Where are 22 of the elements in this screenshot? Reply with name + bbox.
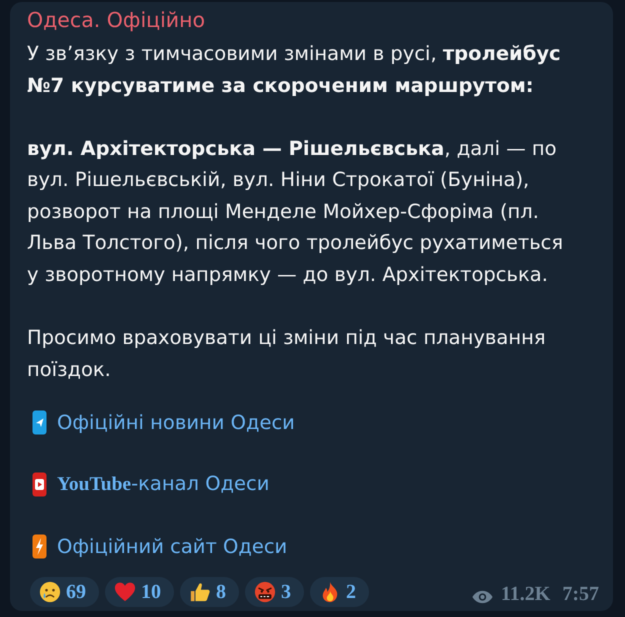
message-paragraph: Просимо враховувати ці зміни під час планування поїздок.	[27, 325, 547, 383]
reaction-button[interactable]: 69	[30, 577, 99, 607]
youtube-channel-link[interactable]: YouTube-канал Одеси	[57, 468, 270, 500]
reaction-button[interactable]: 10	[105, 577, 174, 607]
reaction-button[interactable]: 8	[180, 577, 239, 607]
message-paragraph: У зв’язку з тимчасовими змінами в русі, тролейбус №7 курсуватиме за скороченим маршрутом:	[27, 41, 562, 99]
message-paragraph: вул. Архітекторська — Рішельєвська, далі — по вул. Рішельєвській, вул. Ніни Строкатої (Буніна), розворот на площі Менделе Мойхер-Сфоріма (пл. Льва Толстого), після чого тролейбус рухатиметься у зворотному напрямку — до вул. Архітекторська.	[27, 136, 564, 288]
website-link[interactable]: Офіційний сайт Одеси	[57, 530, 288, 562]
paper-plane-icon	[32, 410, 47, 435]
cursing-face-icon	[254, 581, 276, 603]
play-icon	[32, 472, 47, 497]
lightning-icon	[32, 534, 47, 559]
reaction-button[interactable]: 2	[310, 577, 369, 607]
channel-name: Одеса. Офіційно	[27, 8, 206, 33]
thumbs-up-icon	[189, 581, 211, 603]
crying-face-icon	[39, 581, 61, 603]
heart-icon	[114, 581, 136, 603]
eye-icon	[472, 590, 493, 604]
post-time: 7:57	[562, 583, 599, 606]
news-channel-link[interactable]: Офіційні новини Одеси	[57, 406, 295, 438]
view-count: 11.2K	[500, 583, 550, 606]
reaction-button[interactable]: 3	[245, 577, 304, 607]
